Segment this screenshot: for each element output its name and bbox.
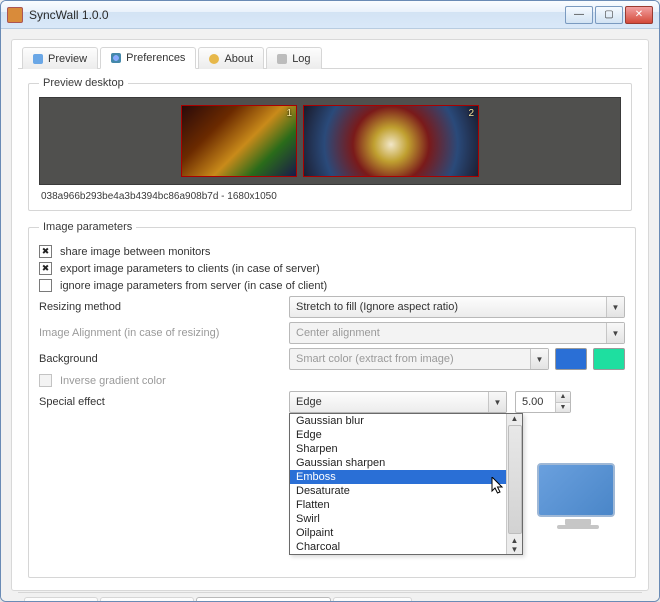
app-icon [7, 7, 23, 23]
ignore-params-row: ignore image parameters from server (in … [39, 279, 625, 292]
tab-label: Preferences [126, 52, 185, 64]
monitor-icon [537, 463, 619, 531]
resizing-method-select[interactable]: Stretch to fill (Ignore aspect ratio) ▼ [289, 296, 625, 318]
dropdown-scrollbar[interactable]: ▲ ▲ ▼ [506, 414, 522, 554]
select-value: Edge [296, 396, 322, 408]
effect-option[interactable]: Sharpen [290, 442, 506, 456]
tab-label: About [224, 53, 253, 65]
inverse-gradient-row: Inverse gradient color [39, 374, 625, 387]
background-row: Background Smart color (extract from ima… [39, 348, 625, 370]
monitor-thumb-2[interactable]: 2 [303, 105, 479, 177]
special-effect-label: Special effect [39, 396, 289, 408]
scroll-up-icon[interactable]: ▲ [511, 414, 519, 423]
log-icon [277, 54, 287, 64]
effect-option[interactable]: Gaussian blur [290, 414, 506, 428]
select-value: Center alignment [296, 327, 380, 339]
app-window: SyncWall 1.0.0 — ▢ ✕ Preview Preferences [0, 0, 660, 602]
background-select: Smart color (extract from image) ▼ [289, 348, 549, 370]
info-icon [209, 54, 219, 64]
tab-label: Log [292, 53, 310, 65]
special-effect-value[interactable]: 5.00 ▲ ▼ [515, 391, 571, 413]
preview-desktop-group: Preview desktop 1 2 038a966b293be4a3b439… [28, 77, 632, 211]
chevron-down-icon: ▼ [606, 297, 624, 317]
bottom-tabbar: Startup Scheduling Display Parameters Ne… [18, 592, 642, 602]
share-image-label: share image between monitors [60, 246, 210, 258]
tab-label: Preview [48, 53, 87, 65]
spin-down-button[interactable]: ▼ [556, 402, 570, 413]
background-color-2[interactable] [593, 348, 625, 370]
special-effect-row: Special effect Edge ▼ 5.00 ▲ ▼ [39, 391, 625, 413]
effect-option[interactable]: Desaturate [290, 484, 506, 498]
preferences-content: Preview desktop 1 2 038a966b293be4a3b439… [18, 69, 642, 592]
chevron-down-icon: ▼ [488, 392, 506, 412]
gear-icon [111, 53, 121, 63]
image-alignment-select: Center alignment ▼ [289, 322, 625, 344]
share-image-row: share image between monitors [39, 245, 625, 258]
window-title: SyncWall 1.0.0 [29, 8, 565, 22]
client-area: Preview Preferences About Log [1, 29, 659, 601]
inverse-gradient-label: Inverse gradient color [60, 375, 166, 387]
monitor-index: 1 [286, 108, 292, 119]
spin-up-button[interactable]: ▲ [556, 392, 570, 402]
effect-option[interactable]: Gaussian sharpen [290, 456, 506, 470]
tab-about[interactable]: About [198, 47, 264, 69]
effect-option[interactable]: Oilpaint [290, 526, 506, 540]
export-params-label: export image parameters to clients (in c… [60, 263, 320, 275]
resizing-method-row: Resizing method Stretch to fill (Ignore … [39, 296, 625, 318]
monitor-thumb-1[interactable]: 1 [181, 105, 297, 177]
chevron-down-icon: ▼ [606, 323, 624, 343]
effect-option[interactable]: Flatten [290, 498, 506, 512]
share-image-checkbox[interactable] [39, 245, 52, 258]
preview-desktop-legend: Preview desktop [39, 77, 128, 89]
tab-display-parameters[interactable]: Display Parameters [196, 597, 331, 602]
effect-option[interactable]: Emboss [290, 470, 506, 484]
top-tabbar: Preview Preferences About Log [18, 46, 642, 69]
select-value: Smart color (extract from image) [296, 353, 454, 365]
image-alignment-label: Image Alignment (in case of resizing) [39, 327, 289, 339]
special-effect-select[interactable]: Edge ▼ [289, 391, 507, 413]
scroll-down-icon[interactable]: ▲ [511, 536, 519, 545]
close-button[interactable]: ✕ [625, 6, 653, 24]
preview-meta: 038a966b293be4a3b4394bc86a908b7d - 1680x… [39, 185, 621, 202]
scroll-thumb[interactable] [508, 425, 522, 534]
desktop-preview[interactable]: 1 2 [39, 97, 621, 185]
export-params-row: export image parameters to clients (in c… [39, 262, 625, 275]
monitor-index: 2 [468, 108, 474, 119]
ignore-params-label: ignore image parameters from server (in … [60, 280, 327, 292]
tab-preview[interactable]: Preview [22, 47, 98, 69]
tab-startup[interactable]: Startup [24, 597, 98, 602]
tab-network[interactable]: Network [333, 597, 412, 602]
tab-preferences[interactable]: Preferences [100, 47, 196, 69]
select-value: Stretch to fill (Ignore aspect ratio) [296, 301, 458, 313]
image-parameters-legend: Image parameters [39, 221, 136, 233]
tab-log[interactable]: Log [266, 47, 321, 69]
resizing-method-label: Resizing method [39, 301, 289, 313]
ignore-params-checkbox[interactable] [39, 279, 52, 292]
spin-value: 5.00 [522, 396, 543, 408]
special-effect-dropdown[interactable]: ▲ ▲ ▼ Gaussian blurEdgeSharpenGaussian s… [289, 413, 523, 555]
effect-option[interactable]: Edge [290, 428, 506, 442]
chevron-down-icon: ▼ [530, 349, 548, 369]
image-alignment-row: Image Alignment (in case of resizing) Ce… [39, 322, 625, 344]
tab-scheduling[interactable]: Scheduling [100, 597, 193, 602]
effect-option[interactable]: Swirl [290, 512, 506, 526]
maximize-button[interactable]: ▢ [595, 6, 623, 24]
background-label: Background [39, 353, 289, 365]
inverse-gradient-checkbox [39, 374, 52, 387]
image-parameters-group: Image parameters share image between mon… [28, 221, 636, 578]
scroll-down-icon2[interactable]: ▼ [511, 545, 519, 554]
titlebar[interactable]: SyncWall 1.0.0 — ▢ ✕ [1, 1, 659, 29]
background-color-1[interactable] [555, 348, 587, 370]
image-icon [33, 54, 43, 64]
minimize-button[interactable]: — [565, 6, 593, 24]
effect-option[interactable]: Charcoal [290, 540, 506, 554]
export-params-checkbox[interactable] [39, 262, 52, 275]
